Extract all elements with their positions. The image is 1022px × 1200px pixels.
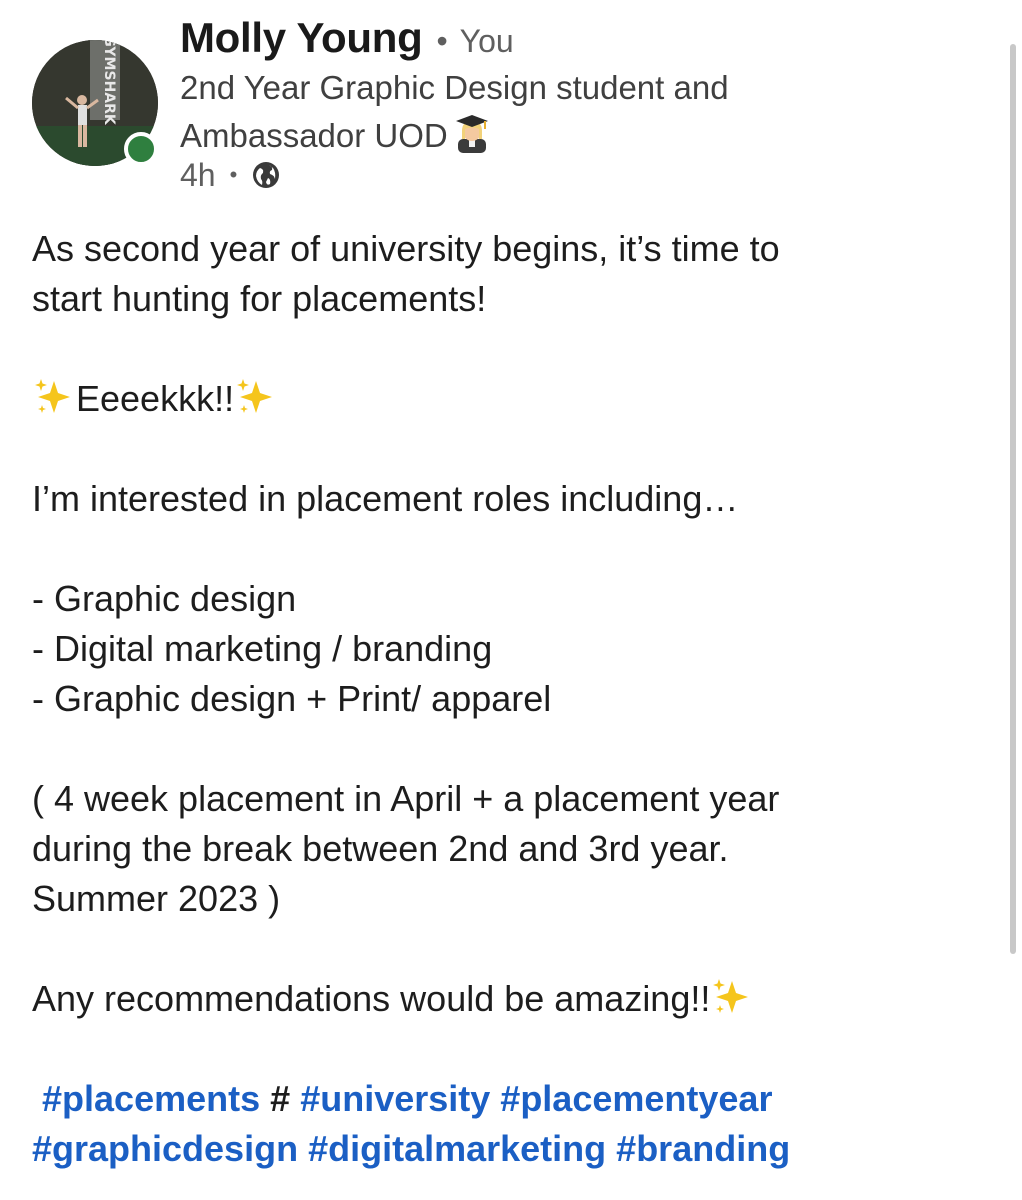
exclaim-text: Eeeekkk!! [76,378,235,419]
intro-line: I’m interested in placement roles includ… [32,478,739,519]
author-name-line: Molly Young • You [180,14,514,61]
author-headline: 2nd Year Graphic Design student and Amba… [180,64,880,160]
student-emoji-icon [455,115,488,153]
role-item: - Digital marketing / branding [32,628,493,669]
online-status-indicator [124,132,158,166]
post-meta: 4h • [180,152,281,198]
role-item: - Graphic design + Print/ apparel [32,678,552,719]
closing-line: Any recommendations would be amazing!! [32,974,982,1024]
hashtag-line: #graphicdesign #digitalmarketing #brandi… [32,1124,982,1174]
sparkles-icon [713,979,749,1013]
hashtag-link[interactable]: #digitalmarketing [308,1128,606,1169]
hashtag-plain: # [270,1078,291,1119]
note-line: during the break between 2nd and 3rd yea… [32,828,729,869]
hashtag-link[interactable]: #university [300,1078,490,1119]
name-separator: • [436,23,448,59]
meta-separator: • [229,162,238,187]
post-header: GYMSHARK Molly Young • You 2nd Year Grap… [32,14,992,204]
sparkles-icon [237,379,273,413]
sparkles-icon [35,379,70,413]
author-name[interactable]: Molly Young [180,14,423,62]
hashtag-link[interactable]: #placementyear [500,1078,772,1119]
avatar-banner-text: GYMSHARK [101,40,117,126]
note-line: ( 4 week placement in April + a placemen… [32,778,780,819]
post-text-line: As second year of university begins, it’… [32,228,780,269]
hashtag-link[interactable]: #branding [616,1128,790,1169]
exclaim-line: Eeeekkk!! [32,374,982,424]
relationship-label: You [459,23,514,59]
globe-icon [253,162,280,188]
hashtag-link[interactable]: #graphicdesign [32,1128,298,1169]
scrollbar[interactable] [1010,44,1016,954]
hashtag-link[interactable]: #placements [42,1078,260,1119]
closing-text: Any recommendations would be amazing!! [32,978,711,1019]
hashtag-line: #placements # #university #placementyear [32,1074,982,1124]
post-text-line: start hunting for placements! [32,278,487,319]
role-item: - Graphic design [32,578,297,619]
note-line: Summer 2023 ) [32,878,281,919]
post-time[interactable]: 4h [180,157,216,194]
post-body: As second year of university begins, it’… [32,224,982,1174]
